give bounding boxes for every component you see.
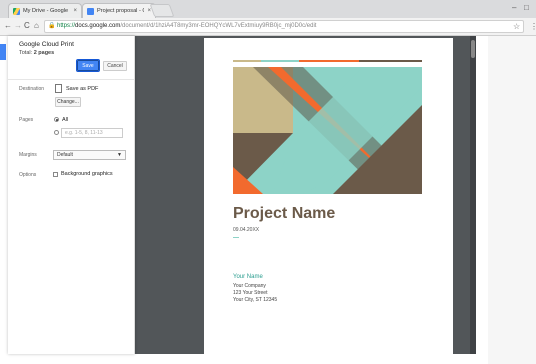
docs-bottom-strip [0, 354, 70, 364]
google-drive-icon [13, 7, 20, 15]
document-title: Project Name [233, 205, 336, 222]
chevron-down-icon: ▼ [117, 152, 122, 158]
city-line: Your City, ST 12345 [233, 297, 278, 303]
total-label: Total: [19, 50, 33, 56]
google-docs-icon [87, 7, 94, 15]
margins-select[interactable]: Default ▼ [53, 150, 126, 160]
pdf-file-icon [55, 84, 62, 93]
address-bar[interactable]: 🔒 https://docs.google.com/document/d/1hzi… [44, 20, 524, 33]
docs-side-area [488, 36, 536, 364]
tab-project-proposal[interactable]: Project proposal - Goo × [82, 3, 156, 18]
page-total: Total: 2 pages [19, 50, 54, 56]
url-path: /document/d/1hziA4T8my3mr-EOHQYcWL7vExtm… [120, 23, 317, 29]
pages-all-radio[interactable] [54, 117, 59, 122]
scrollbar-thumb[interactable] [471, 40, 475, 58]
reload-icon[interactable]: C [24, 21, 30, 30]
forward-icon[interactable]: → [14, 21, 22, 30]
divider [233, 237, 239, 238]
background-graphics-checkbox[interactable] [53, 172, 58, 177]
destination-label: Destination [19, 86, 45, 92]
lock-icon: 🔒 [48, 23, 56, 29]
pages-label: Pages [19, 117, 34, 123]
tab-title: Project proposal - Goo [97, 8, 144, 14]
panel-title: Google Cloud Print [19, 41, 74, 48]
change-destination-button[interactable]: Change... [55, 97, 81, 107]
close-icon[interactable]: × [73, 8, 77, 14]
background-graphics-label: Background graphics [61, 171, 113, 177]
header-stripe [233, 60, 261, 62]
destination-value: Save as PDF [66, 86, 99, 92]
bookmark-star-icon[interactable]: ☆ [513, 22, 520, 31]
tab-title: My Drive - Google Drive [23, 8, 70, 14]
header-stripe [359, 60, 422, 62]
total-value: 2 pages [33, 50, 55, 56]
divider [8, 79, 134, 80]
pages-all-label: All [62, 117, 69, 123]
cancel-button[interactable]: Cancel [103, 61, 127, 71]
pages-custom-radio[interactable] [54, 130, 59, 135]
back-icon[interactable]: ← [4, 21, 12, 30]
options-label: Options [19, 172, 37, 178]
minimize-icon[interactable]: – [512, 3, 516, 12]
street-line: 123 Your Street [233, 290, 268, 296]
tab-my-drive[interactable]: My Drive - Google Drive × [8, 3, 82, 18]
cover-graphic [233, 67, 422, 194]
preview-page: Project Name 09.04.20XX Your Name Your C… [204, 38, 453, 354]
header-stripe [261, 60, 299, 62]
home-icon[interactable]: ⌂ [34, 21, 39, 30]
company-line: Your Company [233, 283, 266, 289]
margins-value: Default [57, 152, 73, 158]
pages-range-input[interactable]: e.g. 1-5, 8, 11-13 [61, 128, 123, 138]
document-date: 09.04.20XX [233, 227, 260, 233]
save-button[interactable]: Save [76, 59, 100, 72]
preview-scrollbar[interactable] [470, 36, 476, 354]
new-tab-button[interactable] [149, 4, 175, 17]
docs-logo [0, 44, 6, 60]
margins-label: Margins [19, 152, 37, 158]
browser-menu-icon[interactable]: ⋮ [530, 22, 536, 31]
browser-toolbar: ← → C ⌂ 🔒 https://docs.google.com/documen… [0, 18, 536, 36]
url-scheme: https:// [57, 23, 76, 29]
author-name: Your Name [233, 274, 263, 280]
url-host: docs.google.com [75, 23, 121, 29]
maximize-icon[interactable]: □ [524, 3, 529, 12]
header-stripe [299, 60, 359, 62]
tab-strip: My Drive - Google Drive × Project propos… [0, 0, 536, 18]
print-settings-panel: Google Cloud Print Total: 2 pages Save C… [8, 36, 135, 354]
